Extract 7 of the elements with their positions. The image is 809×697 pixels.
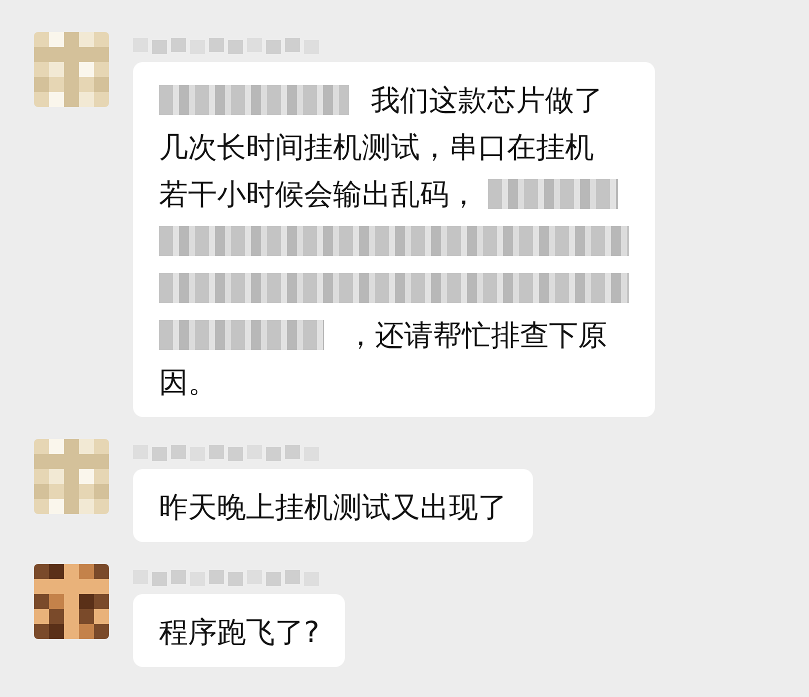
message-text: 若干小时候会输出乱码，: [159, 176, 478, 212]
message-text: ，还请帮忙排查下原: [346, 316, 607, 354]
message-text: 我们这款芯片做了: [371, 82, 603, 118]
message-text: 程序跑飞了?: [159, 614, 320, 650]
message-text: 几次长时间挂机测试，串口在挂机: [159, 128, 594, 166]
message-text: 因。: [159, 364, 217, 400]
message-text: 昨天晚上挂机测试又出现了: [159, 488, 507, 526]
